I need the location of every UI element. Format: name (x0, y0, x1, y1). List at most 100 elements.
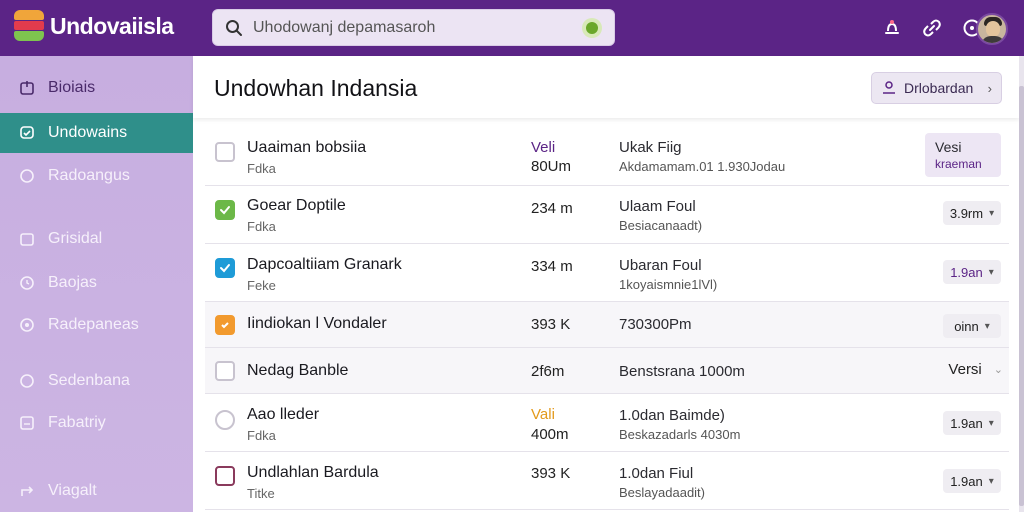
page-title: Undowhan Indansia (214, 75, 418, 101)
row-value: 2f6m (531, 363, 565, 380)
settings-icon (18, 316, 36, 334)
document-icon (18, 414, 36, 432)
app-logo[interactable]: Undovaiisla (14, 10, 174, 42)
sidebar-item-label: Fabatriy (48, 414, 106, 431)
row-sub: Titke (247, 486, 275, 501)
row-select[interactable]: Versi ⌄ (948, 361, 1003, 378)
person-icon (18, 372, 36, 390)
link-icon[interactable] (920, 16, 944, 40)
search-input[interactable] (253, 16, 573, 40)
sidebar-item-sedenbana[interactable]: Sedenbana (0, 361, 193, 401)
row-checkbox[interactable] (215, 258, 235, 278)
row-value-secondary: 80Um (531, 158, 572, 175)
chevron-down-icon: ⌄ (993, 364, 1003, 376)
row-value: 393 K (531, 465, 571, 482)
row-info-secondary: Akdamamam.01 1.930Jodau (619, 159, 786, 174)
chevron-down-icon: ▾ (984, 320, 990, 332)
tag-icon (18, 167, 36, 185)
row-checkbox[interactable] (215, 200, 235, 220)
sidebar-item-bioiais[interactable]: Bioiais (0, 68, 193, 108)
row-checkbox[interactable] (215, 466, 235, 486)
list-item[interactable]: Uaaiman bobsiia Fdka Veli 80Um Ukak Fiig… (205, 128, 1009, 186)
sidebar-item-fabatriy[interactable]: Fabatriy (0, 403, 193, 443)
user-icon (882, 80, 896, 97)
row-select[interactable]: 1.9an ▾ (943, 469, 1001, 493)
main-header: Undowhan Indansia Drlobardan › (193, 56, 1019, 118)
row-select[interactable]: 1.9an ▾ (943, 260, 1001, 284)
row-info-secondary: Besiacanaadt) (619, 218, 703, 233)
row-sub: Fdka (247, 219, 276, 234)
row-sub: Feke (247, 278, 276, 293)
sidebar: Bioiais Undowains Radoangus Grisidal Bao… (0, 56, 193, 512)
row-value-secondary: 400m (531, 426, 569, 443)
row-checkbox[interactable] (215, 142, 235, 162)
row-info-secondary: Beskazadarls 4030m (619, 427, 741, 442)
row-info-secondary: Beslayadaadit) (619, 485, 705, 500)
row-info-secondary: 1koyaismnie1lVl) (619, 277, 718, 292)
row-name: Nedag Banble (247, 362, 349, 379)
row-info: Ubaran Foul (619, 257, 702, 274)
sidebar-item-radepaneas[interactable]: Radepaneas (0, 305, 193, 345)
arrow-right-icon: › (987, 81, 992, 96)
user-avatar[interactable] (976, 13, 1008, 45)
share-icon (18, 482, 36, 500)
sidebar-item-label: Radepaneas (48, 316, 139, 333)
row-checkbox[interactable] (215, 410, 235, 430)
list-item[interactable]: Nedag Banble 2f6m Benstsrana 1000m Versi… (205, 348, 1009, 394)
row-name: Iindiokan l Vondaler (247, 315, 387, 332)
row-select[interactable]: 3.9rm ▾ (943, 201, 1001, 225)
list-item[interactable]: Iindiokan l Vondaler 393 K 730300Pm oinn… (205, 302, 1009, 348)
row-checkbox[interactable] (215, 361, 235, 381)
row-select[interactable]: 1.9an ▾ (943, 411, 1001, 435)
sidebar-item-label: Baojas (48, 274, 97, 291)
row-value: 334 m (531, 258, 573, 275)
list-item[interactable]: Undlahlan Bardula Titke 393 K 1.0dan Fiu… (205, 452, 1009, 510)
search-bar (212, 9, 615, 46)
header-action-button[interactable]: Drlobardan › (871, 72, 1002, 104)
chevron-down-icon: ▾ (988, 475, 994, 487)
app-name: Undovaiisla (50, 12, 174, 39)
row-value: 234 m (531, 200, 573, 217)
sidebar-item-undowains[interactable]: Undowains (0, 113, 193, 153)
sidebar-item-radoangus[interactable]: Radoangus (0, 156, 193, 196)
row-sub: Fdka (247, 161, 276, 176)
row-sub: Fdka (247, 428, 276, 443)
folder-icon (18, 230, 36, 248)
notification-icon[interactable] (880, 16, 904, 40)
row-value: Vali (531, 406, 555, 423)
version-badge[interactable]: Vesi kraeman (925, 133, 1001, 177)
row-checkbox[interactable] (215, 315, 235, 335)
row-value: Veli (531, 139, 556, 156)
list-item[interactable]: Dapcoaltiiam Granark Feke 334 m Ubaran F… (205, 244, 1009, 302)
sidebar-item-label: Grisidal (48, 230, 103, 247)
row-info: 1.0dan Baimde) (619, 407, 725, 424)
main-panel: Undowhan Indansia Drlobardan › Uaaiman b… (193, 56, 1019, 512)
row-value: 393 K (531, 316, 571, 333)
row-info: 730300Pm (619, 316, 692, 333)
sidebar-item-viagalt[interactable]: Viagalt (0, 471, 193, 511)
row-info: Ulaam Foul (619, 198, 696, 215)
sidebar-item-grisidal[interactable]: Grisidal (0, 219, 193, 259)
row-name: Goear Doptile (247, 197, 346, 214)
search-submit-icon[interactable] (582, 18, 602, 38)
sidebar-item-label: Viagalt (48, 482, 97, 499)
chevron-down-icon: ▾ (988, 266, 994, 278)
row-info: Ukak Fiig (619, 139, 682, 156)
sidebar-item-baojas[interactable]: Baojas (0, 263, 193, 303)
row-select[interactable]: oinn ▾ (943, 314, 1001, 338)
top-bar: Undovaiisla (0, 0, 1024, 56)
scrollbar-thumb[interactable] (1019, 86, 1024, 506)
top-actions (834, 13, 1024, 45)
row-name: Aao lleder (247, 406, 320, 423)
row-info: 1.0dan Fiul (619, 465, 694, 482)
row-name: Uaaiman bobsiia (247, 139, 367, 156)
list-item[interactable]: Goear Doptile Fdka 234 m Ulaam Foul Besi… (205, 186, 1009, 244)
chevron-down-icon: ▾ (989, 207, 995, 219)
sidebar-item-label: Radoangus (48, 167, 130, 184)
row-name: Undlahlan Bardula (247, 464, 379, 481)
list-item[interactable]: Aao lleder Fdka Vali 400m 1.0dan Baimde)… (205, 394, 1009, 452)
chat-icon (18, 124, 36, 142)
header-button-label: Drlobardan (904, 80, 974, 96)
chevron-down-icon: ▾ (988, 417, 994, 429)
scrollbar[interactable] (1019, 56, 1024, 512)
